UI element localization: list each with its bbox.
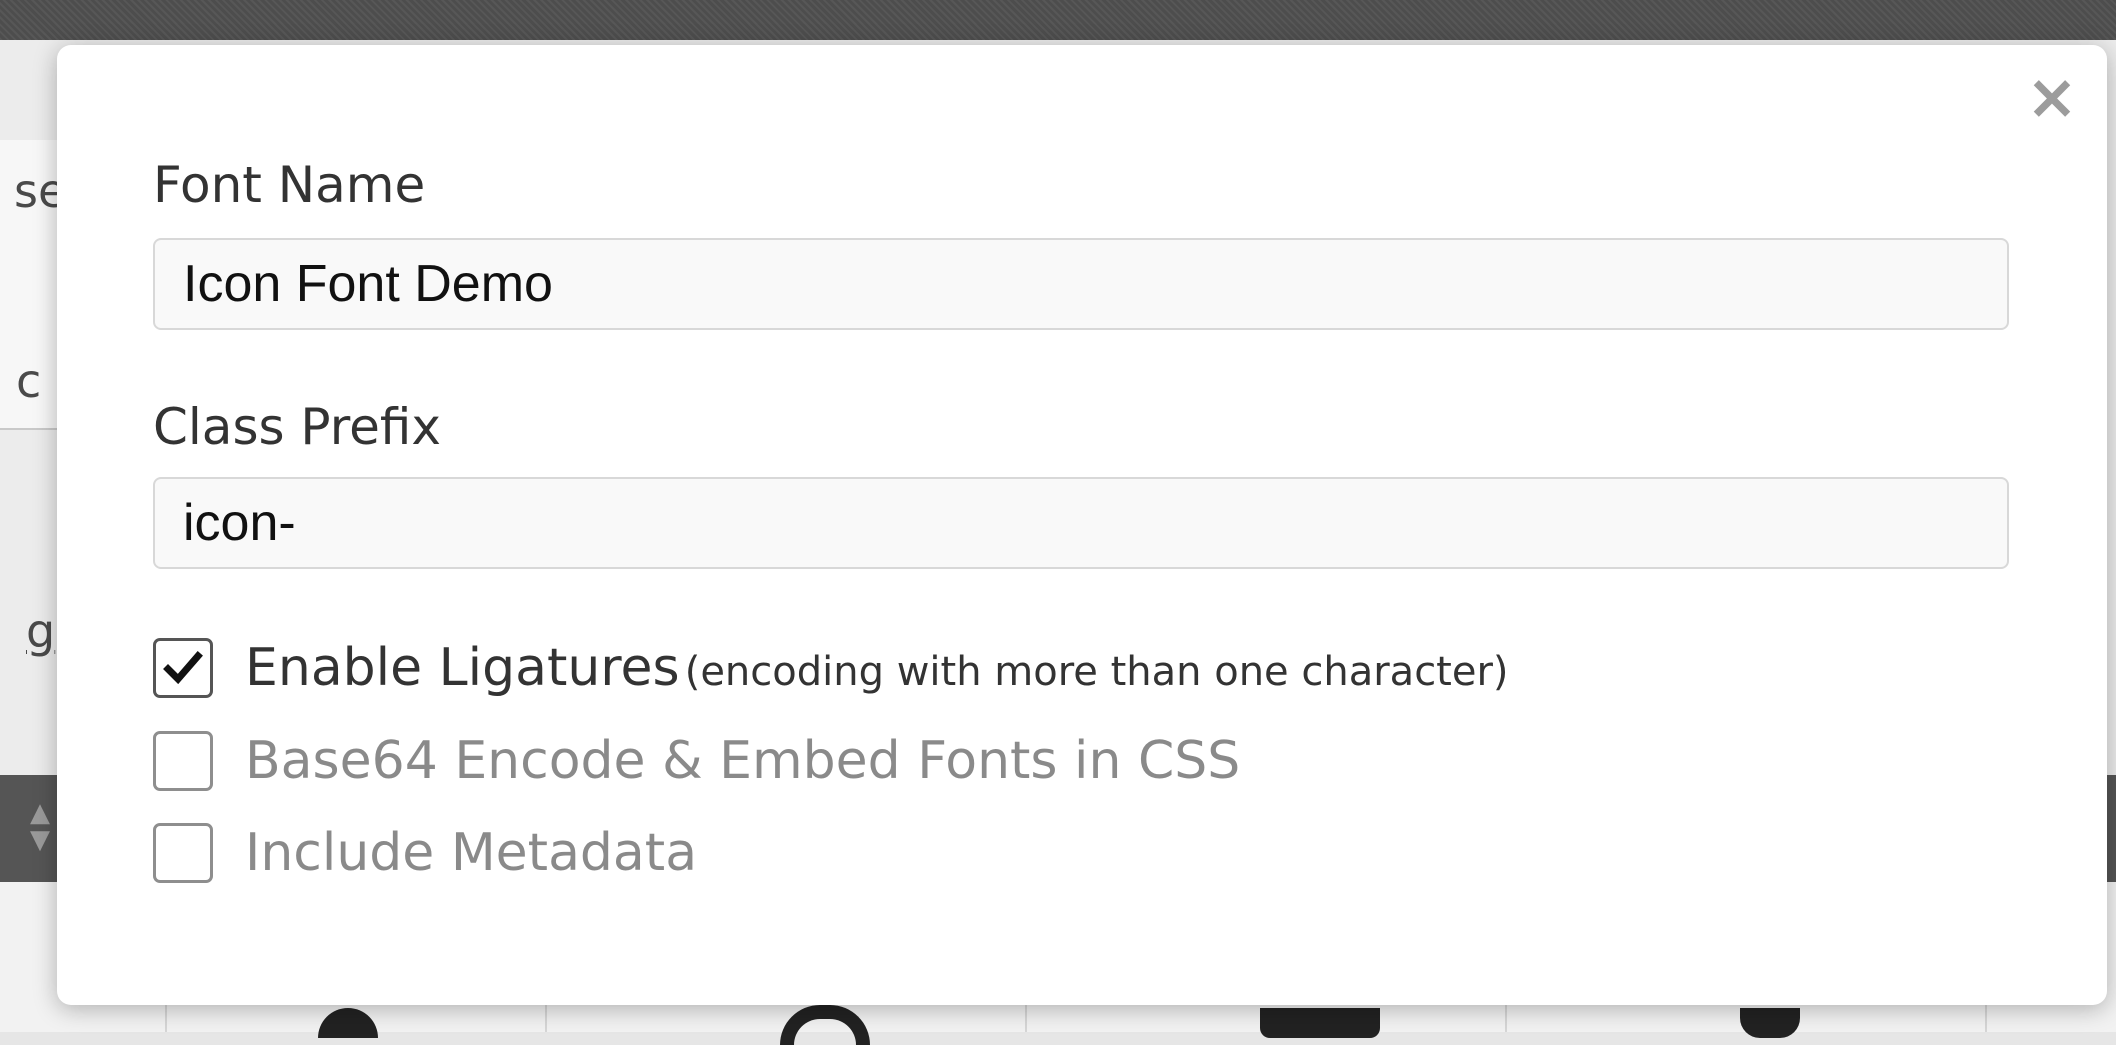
font-name-label: Font Name (153, 156, 426, 214)
include-metadata-title: Include Metadata (245, 823, 698, 883)
checkmark-icon (163, 651, 203, 685)
class-prefix-label: Class Prefix (153, 398, 442, 456)
background-link-fragment: g (26, 604, 56, 658)
enable-ligatures-option[interactable]: Enable Ligatures (encoding with more tha… (153, 636, 1509, 700)
base64-embed-checkbox[interactable] (153, 731, 213, 791)
glyph-icon (1260, 1008, 1380, 1038)
background-spinner: ▲ ▼ (22, 800, 58, 854)
spinner-down-icon: ▼ (30, 825, 50, 855)
base64-embed-label: Base64 Encode & Embed Fonts in CSS (245, 735, 1240, 787)
include-metadata-option[interactable]: Include Metadata (153, 821, 697, 885)
enable-ligatures-checkbox[interactable] (153, 638, 213, 698)
include-metadata-label: Include Metadata (245, 827, 697, 879)
background-text-fragment: c (16, 354, 42, 408)
base64-embed-option[interactable]: Base64 Encode & Embed Fonts in CSS (153, 729, 1240, 793)
include-metadata-checkbox[interactable] (153, 823, 213, 883)
background-toolbar (0, 0, 2116, 40)
enable-ligatures-label: Enable Ligatures (encoding with more tha… (245, 642, 1509, 694)
glyph-icon (1740, 1008, 1800, 1038)
close-button[interactable]: × (2017, 66, 2087, 128)
enable-ligatures-title: Enable Ligatures (245, 638, 680, 698)
font-name-input[interactable] (153, 238, 2009, 330)
font-settings-modal: × Font Name Class Prefix Enable Ligature… (57, 45, 2107, 1005)
base64-embed-title: Base64 Encode & Embed Fonts in CSS (245, 731, 1241, 791)
enable-ligatures-note: (encoding with more than one character) (684, 649, 1509, 695)
spinner-up-icon: ▲ (30, 798, 50, 828)
class-prefix-input[interactable] (153, 477, 2009, 569)
